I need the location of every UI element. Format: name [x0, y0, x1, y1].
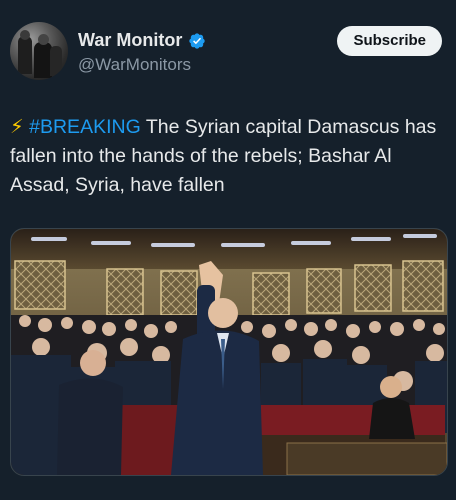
tweet-photo[interactable]	[10, 228, 448, 476]
subscribe-button[interactable]: Subscribe	[337, 26, 442, 56]
lightning-icon: ⚡	[10, 116, 24, 138]
tweet-header: War Monitor @WarMonitors Subscribe	[10, 22, 442, 82]
photo-scene	[11, 229, 447, 475]
avatar[interactable]	[10, 22, 68, 80]
author-info: War Monitor @WarMonitors	[78, 30, 206, 75]
author-display-name[interactable]: War Monitor	[78, 30, 182, 51]
tweet-text: ⚡ #BREAKING The Syrian capital Damascus …	[10, 113, 440, 200]
author-handle[interactable]: @WarMonitors	[78, 55, 206, 75]
verified-badge-icon	[188, 32, 206, 50]
hashtag-link[interactable]: #BREAKING	[29, 116, 141, 138]
